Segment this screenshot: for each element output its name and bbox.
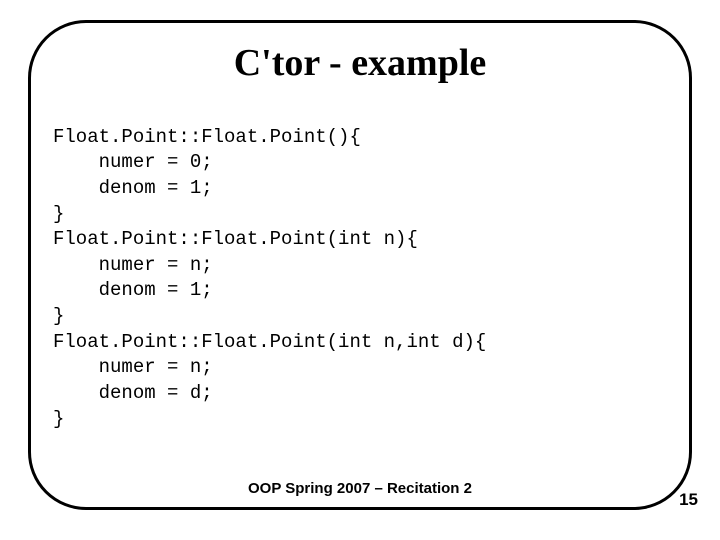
slide-footer: OOP Spring 2007 – Recitation 2 [31,480,689,497]
code-line: numer = n; [53,356,213,378]
code-line: } [53,408,64,430]
code-line: } [53,305,64,327]
code-line: denom = 1; [53,177,213,199]
slide-frame: C'tor - example Float.Point::Float.Point… [28,20,692,510]
code-line: numer = 0; [53,151,213,173]
code-block: Float.Point::Float.Point(){ numer = 0; d… [53,99,667,432]
page-number: 15 [679,490,698,510]
code-line: Float.Point::Float.Point(){ [53,126,361,148]
code-line: Float.Point::Float.Point(int n,int d){ [53,331,486,353]
code-line: denom = 1; [53,279,213,301]
code-line: numer = n; [53,254,213,276]
code-line: denom = d; [53,382,213,404]
code-line: } [53,203,64,225]
slide-title: C'tor - example [53,41,667,85]
code-line: Float.Point::Float.Point(int n){ [53,228,418,250]
